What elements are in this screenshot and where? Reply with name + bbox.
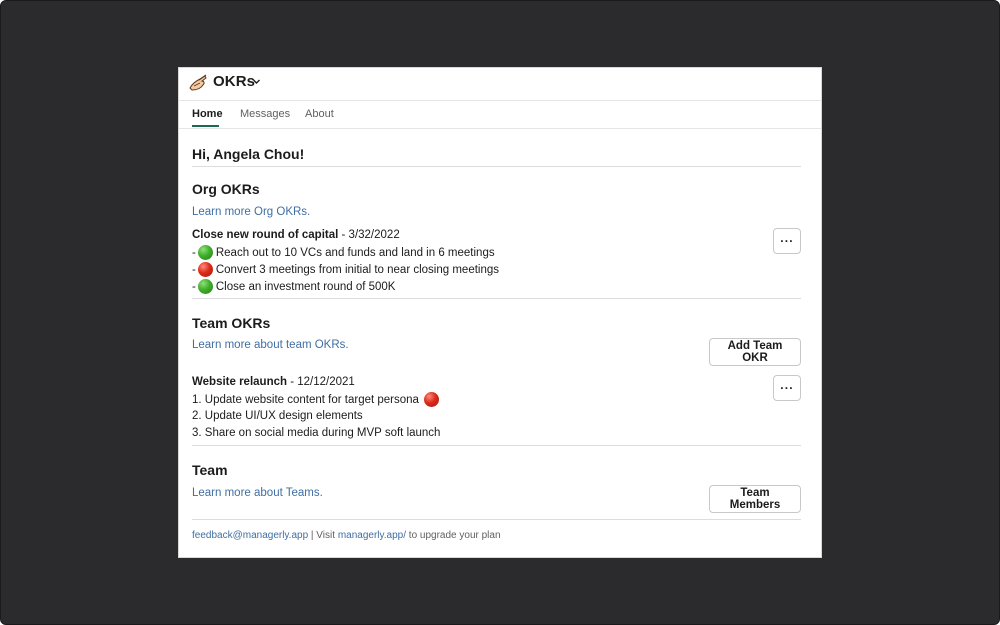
chevron-down-icon[interactable] — [252, 77, 261, 86]
app-title[interactable]: OKRs — [213, 73, 255, 90]
team-okr-more-button[interactable]: ··· — [773, 375, 801, 401]
status-green-icon — [197, 279, 213, 294]
org-okrs-title: Org OKRs — [192, 181, 260, 197]
managerly-site-link[interactable]: managerly.app/ — [338, 530, 406, 541]
team-okrs-learn-more-link[interactable]: Learn more about team OKRs. — [192, 339, 349, 351]
tab-bar: Home Messages About — [179, 101, 821, 129]
divider — [192, 298, 801, 299]
footer: feedback@managerly.app | Visit managerly… — [192, 530, 501, 541]
team-okr-item: 1. Update website content for target per… — [192, 392, 442, 407]
team-okrs-title: Team OKRs — [192, 315, 271, 331]
team-okr-date: - 12/12/2021 — [287, 376, 355, 388]
team-okr-item: 3. Share on social media during MVP soft… — [192, 427, 441, 439]
feedback-email-link[interactable]: feedback@managerly.app — [192, 530, 308, 541]
status-red-icon — [197, 262, 213, 277]
team-okr-title: Website relaunch - 12/12/2021 — [192, 376, 355, 388]
greeting-heading: Hi, Angela Chou! — [192, 146, 305, 162]
divider — [192, 445, 801, 446]
app-panel: OKRs Home Messages About Hi, Angela Chou… — [178, 67, 822, 558]
active-tab-indicator — [192, 125, 219, 127]
team-learn-more-link[interactable]: Learn more about Teams. — [192, 487, 323, 499]
org-okr-item: - Close an investment round of 500K — [192, 279, 396, 294]
tab-about[interactable]: About — [305, 108, 334, 120]
divider — [192, 166, 801, 167]
org-okr-item: - Reach out to 10 VCs and funds and land… — [192, 245, 495, 260]
team-okr-name: Website relaunch — [192, 376, 288, 388]
team-title: Team — [192, 462, 228, 478]
tab-messages[interactable]: Messages — [240, 108, 290, 120]
org-okr-more-button[interactable]: ··· — [773, 228, 801, 254]
org-okr-name: Close new round of capital — [192, 229, 339, 241]
add-team-okr-button[interactable]: Add Team OKR — [709, 338, 801, 366]
org-okr-date: - 3/32/2022 — [338, 229, 400, 241]
org-okr-title: Close new round of capital - 3/32/2022 — [192, 229, 400, 241]
app-header: OKRs — [179, 68, 821, 101]
status-green-icon — [197, 245, 213, 260]
team-members-button[interactable]: Team Members — [709, 485, 801, 513]
org-okr-item: - Convert 3 meetings from initial to nea… — [192, 262, 500, 277]
tab-home[interactable]: Home — [192, 108, 223, 120]
divider — [192, 519, 801, 520]
hand-drawing-icon — [189, 74, 207, 91]
status-red-icon — [423, 392, 439, 407]
org-okrs-learn-more-link[interactable]: Learn more Org OKRs. — [192, 206, 310, 218]
team-okr-item: 2. Update UI/UX design elements — [192, 410, 363, 422]
